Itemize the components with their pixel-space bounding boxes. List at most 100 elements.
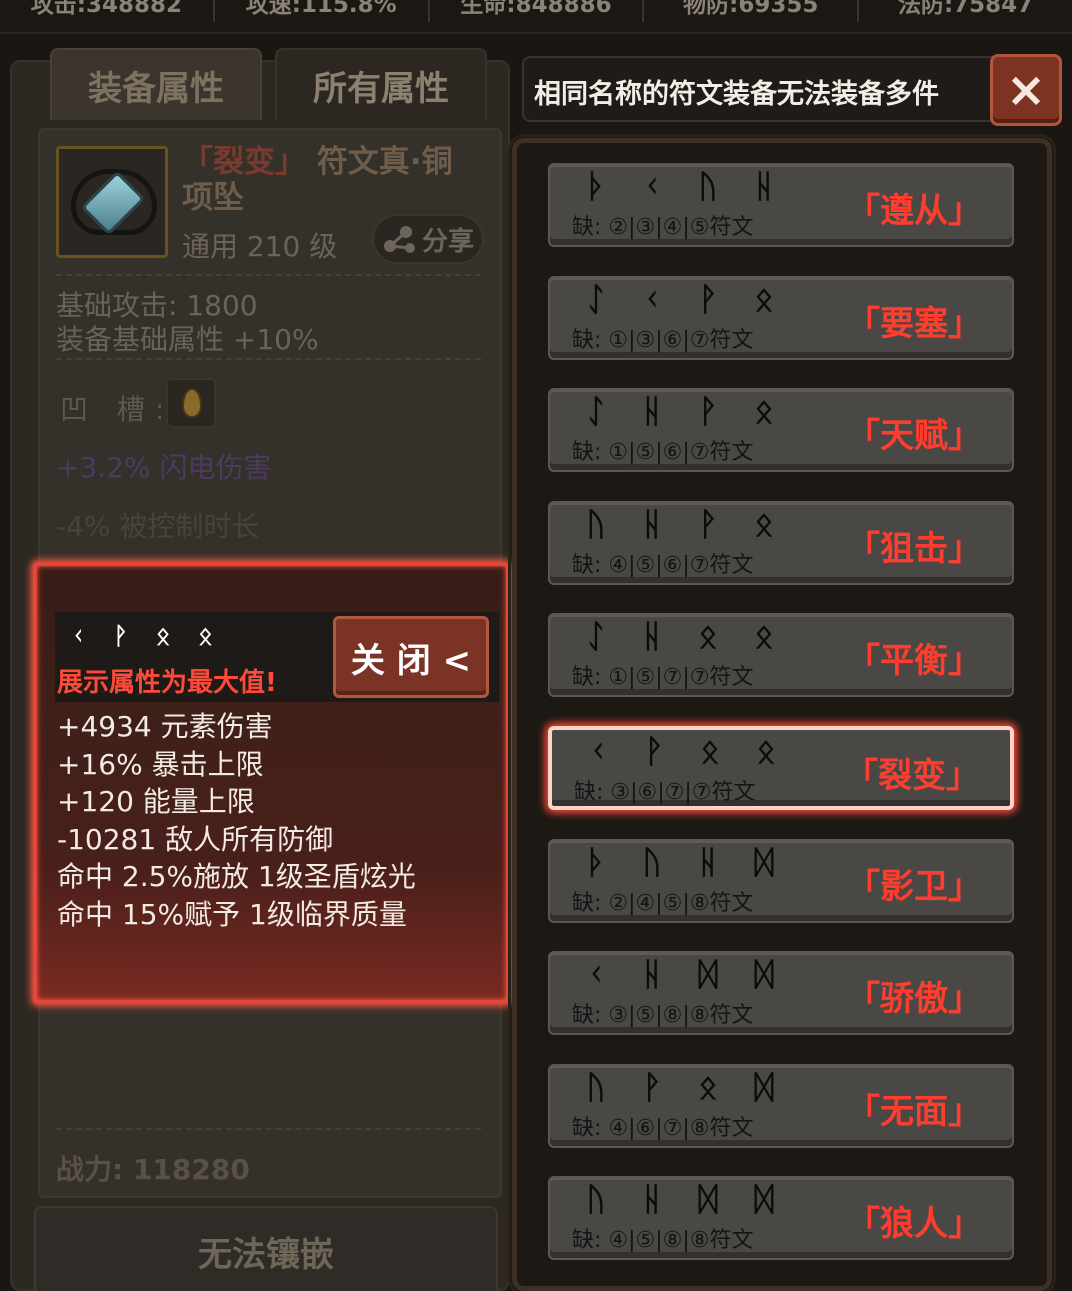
runeword-name: 「要塞」 <box>846 304 982 344</box>
runeword-name: 「裂变」 <box>844 756 980 796</box>
rune-glyph: ᚦ <box>586 843 606 881</box>
rune-glyph: ᚲ <box>642 167 662 205</box>
item-icon[interactable] <box>56 146 168 258</box>
rune-glyph: ᚺ <box>642 1180 662 1218</box>
rune-glyph: ᛇ <box>586 280 606 318</box>
base-bonus: 装备基础属性 +10% <box>56 323 319 356</box>
stat-attack-speed: 攻速:115.8% <box>215 0 430 22</box>
grey-stat: -4% 被控制时长 <box>56 510 260 543</box>
runeword-name: 「遵从」 <box>846 191 982 231</box>
runeword-name: 「平衡」 <box>846 641 982 681</box>
rune-glyph: ᚲ <box>71 622 86 650</box>
rune-glyph: ᚹ <box>698 505 718 543</box>
rune-glyph: ᛞ <box>754 955 774 993</box>
rune-glyph: ᛟ <box>698 617 718 655</box>
runeword-detail-popup: ᚲ ᚹ ᛟ ᛟ 展示属性为最大值! 关 闭 < +4934 元素伤害 +16% … <box>33 562 510 1004</box>
stat-attack: 攻击:348882 <box>0 0 215 22</box>
missing-runes: 缺: ③|⑤|⑧|⑧符文 <box>572 1003 754 1028</box>
rune-glyphs: ᛇᚲᚹᛟ <box>580 280 780 318</box>
rune-glyphs: ᛇᚺᛟᛟ <box>580 617 780 655</box>
combat-power: 战力: 118280 <box>56 1153 250 1186</box>
rune-glyphs: ᚢᚺᚹᛟ <box>580 505 780 543</box>
missing-runes: 缺: ②|③|④|⑤符文 <box>572 215 754 240</box>
missing-runes: 缺: ①|⑤|⑥|⑦符文 <box>572 440 754 465</box>
rune-glyph: ᛟ <box>198 622 213 650</box>
rune-glyph: ᚺ <box>642 505 662 543</box>
runeword-row[interactable]: ᚢ ᚹ ᛟ ᛞ 缺: ④|⑥|⑦|⑧符文 「无面」 <box>548 1064 1014 1148</box>
rune-glyph: ᚢ <box>586 1068 606 1106</box>
rune-glyphs: ᚲᚺᛞᛞ <box>580 955 780 993</box>
missing-runes: 缺: ④|⑥|⑦|⑧符文 <box>572 1116 754 1141</box>
rune-glyph: ᚺ <box>642 955 662 993</box>
divider <box>56 358 481 360</box>
popup-attribute: +120 能量上限 <box>57 785 255 819</box>
rune-glyph: ᛞ <box>698 955 718 993</box>
runeword-row[interactable]: ᛇ ᚺ ᛟ ᛟ 缺: ①|⑤|⑦|⑦符文 「平衡」 <box>548 613 1014 697</box>
rune-glyphs: ᚦᚢᚺᛞ <box>580 843 780 881</box>
max-value-note: 展示属性为最大值! <box>57 668 277 698</box>
rune-glyph: ᛞ <box>754 843 774 881</box>
socket-stat: +3.2% 闪电伤害 <box>56 451 272 484</box>
rune-glyph: ᚺ <box>754 167 774 205</box>
popup-attribute: -10281 敌人所有防御 <box>57 822 334 856</box>
rune-glyph: ᛟ <box>754 505 774 543</box>
rune-glyph: ᛟ <box>754 280 774 318</box>
runeword-name: 「狼人」 <box>846 1204 982 1244</box>
missing-runes: 缺: ②|④|⑤|⑧符文 <box>572 891 754 916</box>
runeword-row[interactable]: ᚢ ᚺ ᛞ ᛞ 缺: ④|⑤|⑧|⑧符文 「狼人」 <box>548 1176 1014 1260</box>
runeword-row[interactable]: ᛇ ᚺ ᚹ ᛟ 缺: ①|⑤|⑥|⑦符文 「天赋」 <box>548 388 1014 472</box>
rune-glyph: ᚹ <box>698 392 718 430</box>
cannot-inlay-button[interactable]: 无法镶嵌 <box>34 1206 498 1291</box>
close-icon[interactable]: × <box>990 54 1062 126</box>
divider <box>56 1128 481 1130</box>
rune-glyph: ᛟ <box>754 617 774 655</box>
share-icon <box>383 226 415 253</box>
runeword-row[interactable]: ᚦ ᚢ ᚺ ᛞ 缺: ②|④|⑤|⑧符文 「影卫」 <box>548 839 1014 923</box>
missing-runes: 缺: ③|⑥|⑦|⑦符文 <box>574 780 756 805</box>
rune-glyphs: ᚢᚹᛟᛞ <box>580 1068 780 1106</box>
tab-all-attributes[interactable]: 所有属性 <box>275 48 487 120</box>
runeword-name: 「骄傲」 <box>846 979 982 1019</box>
rune-glyph: ᚹ <box>113 622 128 650</box>
missing-runes: 缺: ④|⑤|⑧|⑧符文 <box>572 1228 754 1253</box>
runeword-row[interactable]: ᛇ ᚲ ᚹ ᛟ 缺: ①|③|⑥|⑦符文 「要塞」 <box>548 276 1014 360</box>
runeword-row[interactable]: ᚲ ᚹ ᛟ ᛟ 缺: ③|⑥|⑦|⑦符文 「裂变」 <box>548 726 1014 810</box>
popup-attribute: +4934 元素伤害 <box>57 710 273 743</box>
runeword-row[interactable]: ᚢ ᚺ ᚹ ᛟ 缺: ④|⑤|⑥|⑦符文 「狙击」 <box>548 501 1014 585</box>
socket-slot[interactable] <box>166 378 216 428</box>
rune-glyphs: ᚢᚺᛞᛞ <box>580 1180 780 1218</box>
runeword-name: 「无面」 <box>846 1092 982 1132</box>
tab-equipment-attributes[interactable]: 装备属性 <box>50 48 262 120</box>
rune-glyph: ᚲ <box>642 280 662 318</box>
share-label: 分享 <box>421 226 474 257</box>
stat-hp: 生命:848886 <box>430 0 645 22</box>
rune-glyph: ᛟ <box>700 732 720 770</box>
runeword-row[interactable]: ᚦ ᚲ ᚢ ᚺ 缺: ②|③|④|⑤符文 「遵从」 <box>548 163 1014 247</box>
rune-glyphs: ᚲᚹᛟᛟ <box>582 732 782 770</box>
popup-close-button[interactable]: 关 闭 < <box>333 616 489 698</box>
rune-glyph: ᛇ <box>586 392 606 430</box>
popup-attribute: 命中 2.5%施放 1级圣盾炫光 <box>57 860 416 894</box>
rune-glyph: ᚹ <box>698 280 718 318</box>
rune-glyph: ᚺ <box>698 843 718 881</box>
popup-attribute: +16% 暴击上限 <box>57 747 264 781</box>
divider <box>56 274 481 276</box>
rune-glyphs: ᛇᚺᚹᛟ <box>580 392 780 430</box>
notice-text: 相同名称的符文装备无法装备多件 <box>534 79 939 110</box>
popup-attribute-list: +4934 元素伤害 +16% 暴击上限 +120 能量上限 -10281 敌人… <box>57 708 416 934</box>
runeword-name: 「狙击」 <box>846 529 982 569</box>
share-button[interactable]: 分享 <box>372 214 484 264</box>
item-name: 「裂变」 符文真·铜项坠 <box>182 144 482 216</box>
rune-glyph: ᛇ <box>586 617 606 655</box>
missing-runes: 缺: ①|③|⑥|⑦符文 <box>572 328 754 353</box>
seed-icon <box>182 388 202 418</box>
rune-glyph: ᚢ <box>586 505 606 543</box>
runeword-row[interactable]: ᚲ ᚺ ᛞ ᛞ 缺: ③|⑤|⑧|⑧符文 「骄傲」 <box>548 951 1014 1035</box>
rune-glyph: ᛞ <box>754 1180 774 1218</box>
rune-glyph: ᚹ <box>644 732 664 770</box>
rune-glyph: ᚢ <box>642 843 662 881</box>
rune-glyph: ᚢ <box>698 167 718 205</box>
runeword-name: 「天赋」 <box>846 416 982 456</box>
stat-magic-defense: 法防:75847 <box>897 0 1034 18</box>
runeword-name: 「影卫」 <box>846 867 982 907</box>
